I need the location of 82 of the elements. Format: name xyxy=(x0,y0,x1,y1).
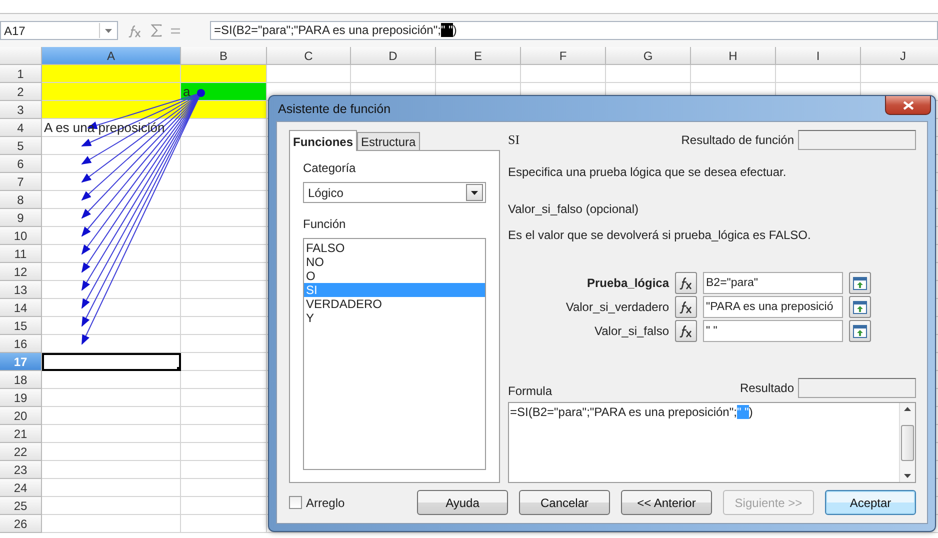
argument-field[interactable]: B2="para" xyxy=(703,272,843,294)
column-header[interactable]: G xyxy=(606,47,691,65)
row-header[interactable]: 9 xyxy=(0,209,42,227)
dialog-button[interactable]: Aceptar xyxy=(825,490,916,515)
row-header[interactable]: 7 xyxy=(0,173,42,191)
row-header[interactable]: 18 xyxy=(0,371,42,389)
caret-icon xyxy=(471,190,478,194)
column-header[interactable]: I xyxy=(776,47,861,65)
argument-label: Prueba_lógica xyxy=(586,276,669,290)
column-header[interactable]: B xyxy=(181,47,267,65)
list-item[interactable]: FALSO xyxy=(304,241,485,255)
list-item[interactable]: NO xyxy=(304,255,485,269)
argument-field[interactable]: "PARA es una preposició xyxy=(703,296,843,318)
field-label: Función xyxy=(303,217,347,231)
function-name: SI xyxy=(508,132,520,148)
function-icon xyxy=(679,324,693,338)
column-header[interactable]: F xyxy=(521,47,606,65)
row-header[interactable]: 2 xyxy=(0,83,42,101)
row-header[interactable]: 15 xyxy=(0,317,42,335)
function-button[interactable] xyxy=(675,320,697,342)
row-header[interactable]: 20 xyxy=(0,407,42,425)
row-header[interactable]: 12 xyxy=(0,263,42,281)
row-header[interactable]: 5 xyxy=(0,137,42,155)
dialog-title: Asistente de función xyxy=(277,102,391,116)
tab[interactable]: Estructura xyxy=(357,132,420,150)
formula-input[interactable]: =SI(B2="para";"PARA es una preposición";" ") xyxy=(210,21,938,40)
column-header[interactable]: D xyxy=(351,47,436,65)
row-header[interactable]: 26 xyxy=(0,515,42,533)
list-item[interactable]: O xyxy=(304,269,485,283)
column-header[interactable]: H xyxy=(691,47,776,65)
category-dropdown[interactable]: Lógico xyxy=(303,182,486,203)
field-label: Formula xyxy=(508,384,552,398)
argument-label: Valor_si_falso xyxy=(594,324,669,338)
argument-description: Es el valor que se devolverá si prueba_lógica es FALSO. xyxy=(508,228,812,242)
row-header[interactable]: 11 xyxy=(0,245,42,263)
column-header[interactable]: E xyxy=(436,47,521,65)
list-item[interactable]: Y xyxy=(304,311,485,325)
row-header[interactable]: 3 xyxy=(0,101,42,119)
row-header[interactable]: 14 xyxy=(0,299,42,317)
column-header[interactable]: J xyxy=(861,47,938,65)
row-header[interactable]: 4 xyxy=(0,119,42,137)
column-header[interactable]: C xyxy=(267,47,351,65)
function-button[interactable] xyxy=(675,296,697,318)
row-header[interactable]: 23 xyxy=(0,461,42,479)
field-label: Resultado de función xyxy=(681,133,794,147)
close-icon xyxy=(902,100,914,110)
field-label: Categoría xyxy=(303,161,357,175)
list-item[interactable]: VERDADERO xyxy=(304,297,485,311)
row-header[interactable]: 22 xyxy=(0,443,42,461)
shrink-button[interactable] xyxy=(849,320,871,342)
sum-icon[interactable] xyxy=(151,24,162,37)
name-box[interactable]: A17 xyxy=(0,21,118,40)
row-header[interactable]: 6 xyxy=(0,155,42,173)
row-header[interactable]: 10 xyxy=(0,227,42,245)
row-header[interactable]: 16 xyxy=(0,335,42,353)
shrink-button[interactable] xyxy=(849,296,871,318)
dialog-button[interactable]: Cancelar xyxy=(519,490,610,515)
shrink-button[interactable] xyxy=(849,272,871,294)
table-cell: a xyxy=(181,83,267,101)
function-description: Especifica una prueba lógica que se desea efectuar. xyxy=(508,165,788,179)
row-header[interactable]: 19 xyxy=(0,389,42,407)
tab[interactable]: Funciones xyxy=(289,130,358,151)
field-label: Resultado xyxy=(740,381,794,395)
dialog-button[interactable]: << Anterior xyxy=(621,490,712,515)
row-header[interactable]: 24 xyxy=(0,479,42,497)
argument-field[interactable]: " " xyxy=(703,320,843,342)
row-header[interactable]: 25 xyxy=(0,497,42,515)
function-icon xyxy=(679,300,693,314)
argument-label: Valor_si_verdadero xyxy=(564,300,669,314)
column-header[interactable]: A xyxy=(42,47,181,65)
close-button[interactable] xyxy=(885,96,931,115)
caret-icon xyxy=(104,28,112,32)
row-header[interactable]: 21 xyxy=(0,425,42,443)
trace-origin-dot xyxy=(197,89,205,97)
row-header[interactable]: 13 xyxy=(0,281,42,299)
dialog-button[interactable]: Ayuda xyxy=(417,490,508,515)
row-header[interactable]: 1 xyxy=(0,65,42,83)
row-header[interactable]: 8 xyxy=(0,191,42,209)
argument-name: Valor_si_falso (opcional) xyxy=(508,202,640,216)
array-checkbox[interactable]: Arreglo xyxy=(289,496,345,510)
function-button[interactable] xyxy=(675,272,697,294)
function-icon xyxy=(679,276,693,290)
